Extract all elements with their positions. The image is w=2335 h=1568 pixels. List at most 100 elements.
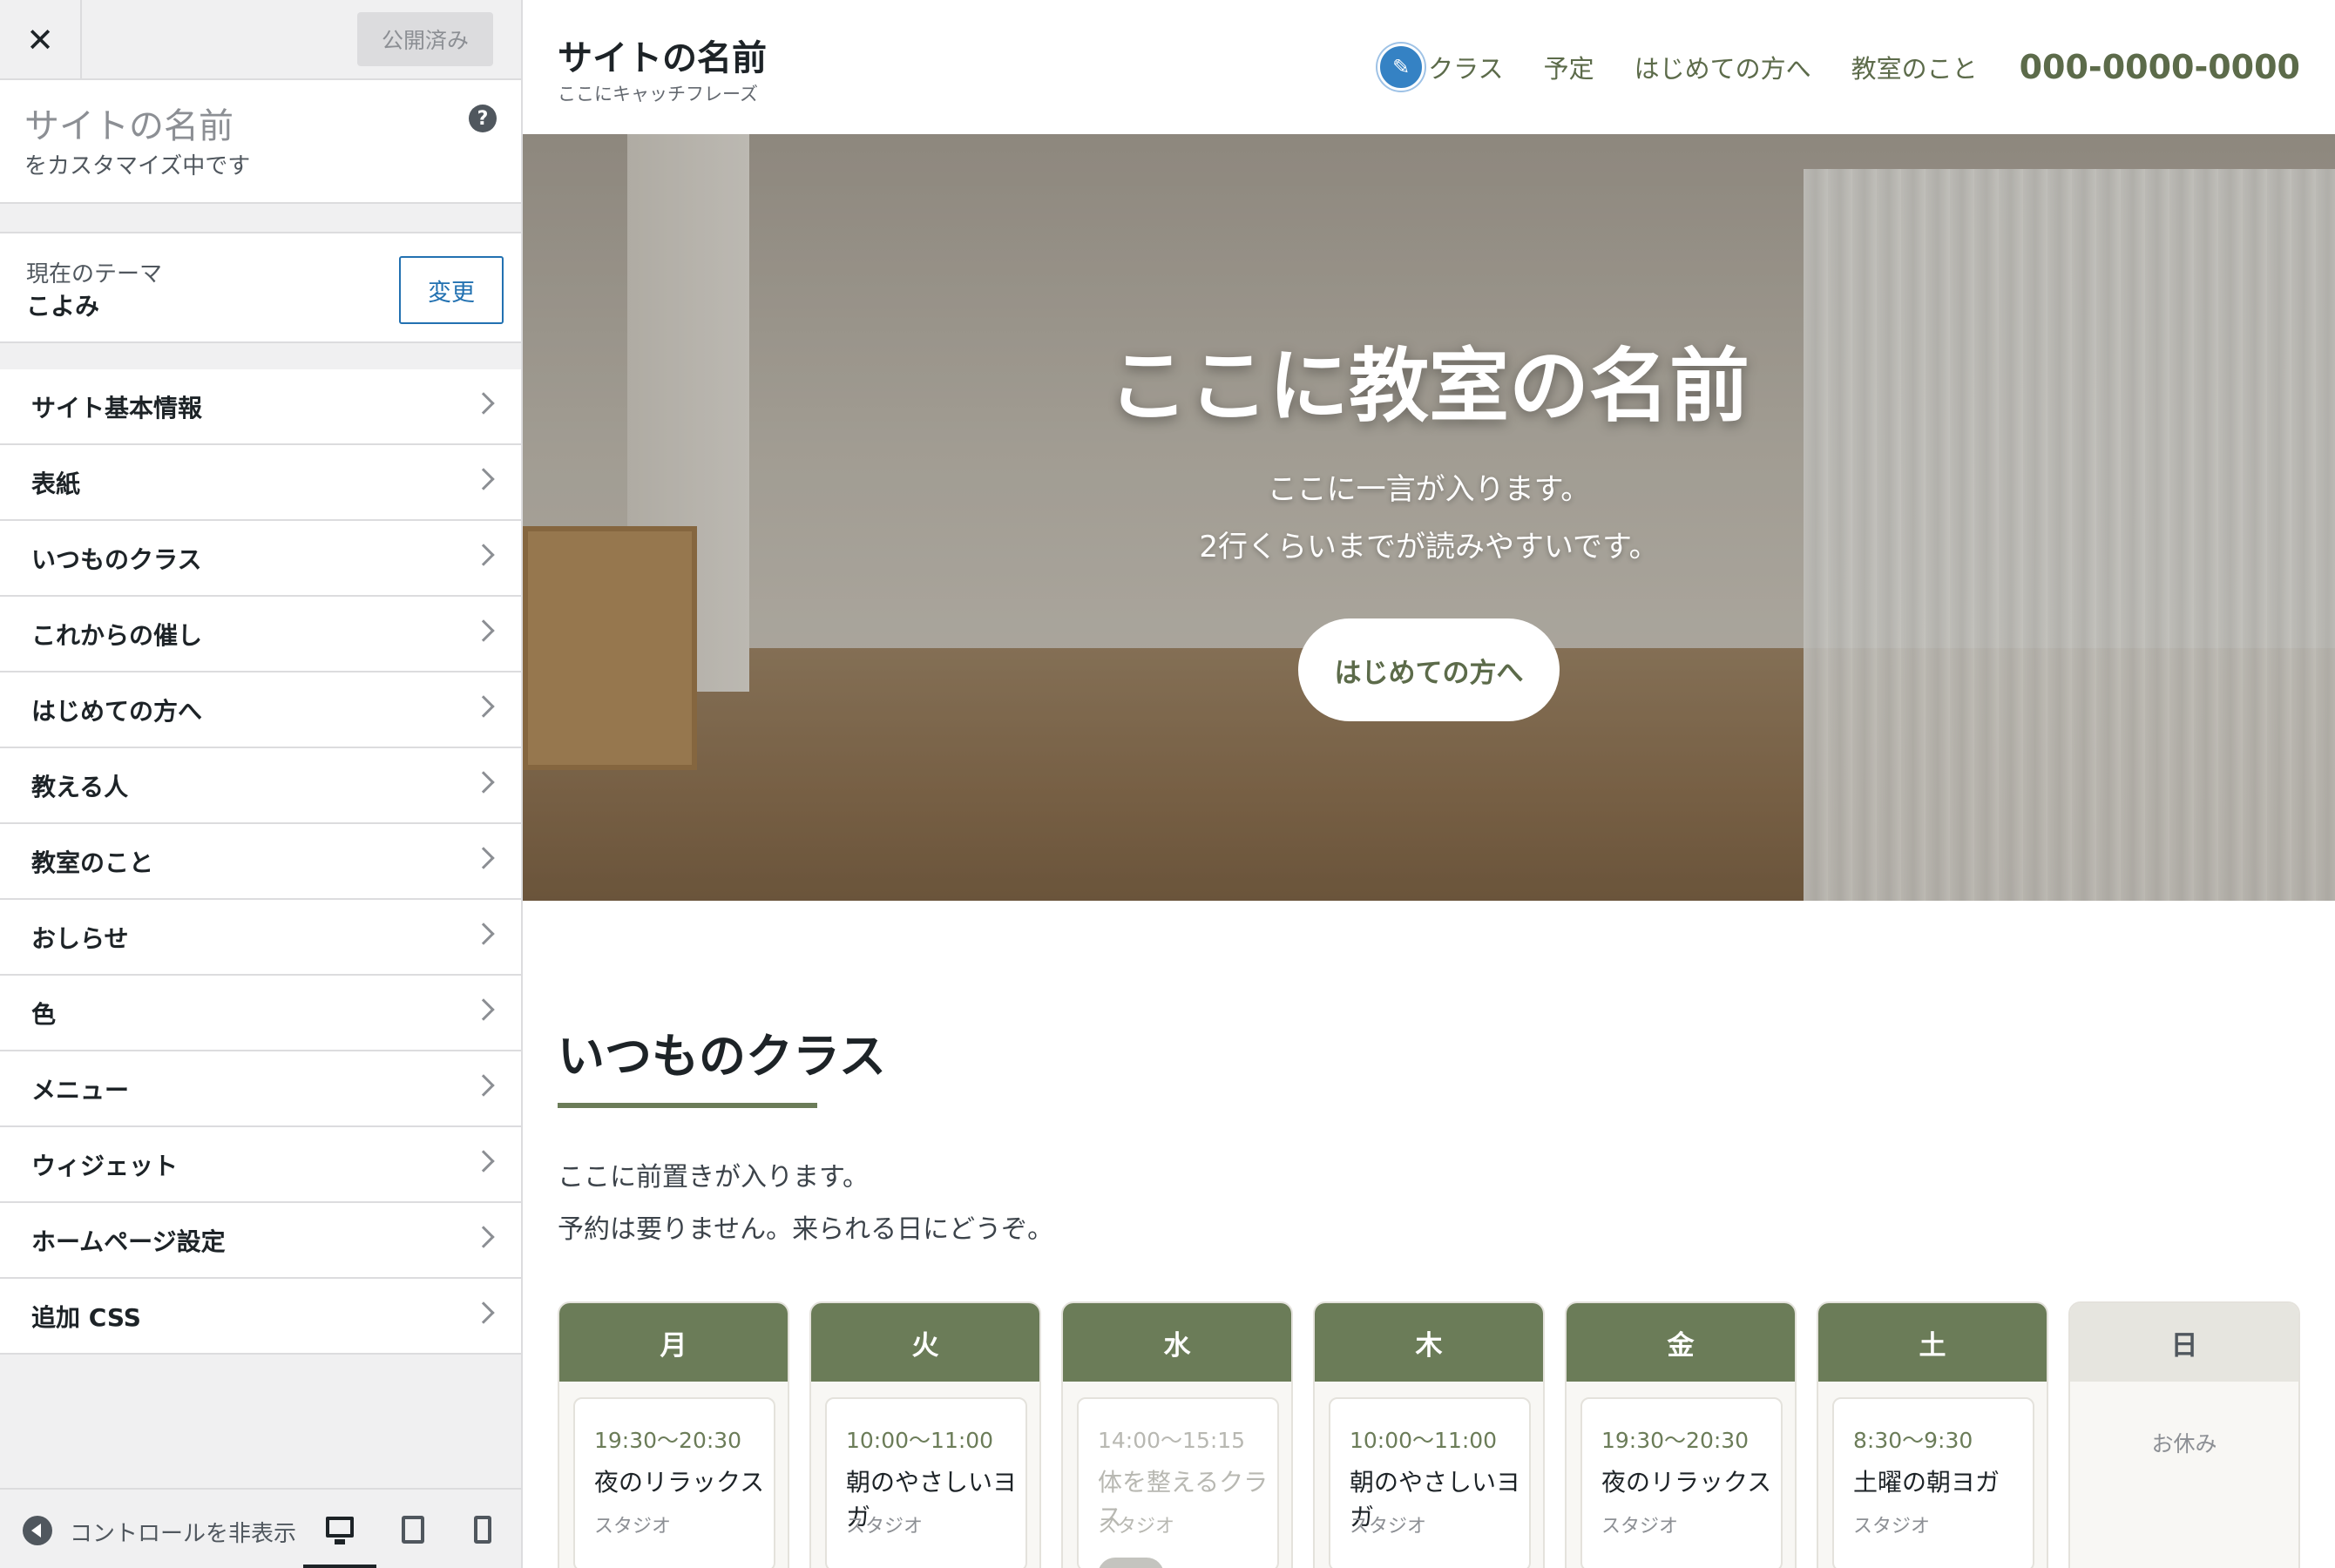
close-icon[interactable]: ✕ <box>0 0 82 80</box>
menu-item-classes[interactable]: いつものクラス <box>0 521 521 597</box>
collapse-arrow-icon[interactable] <box>23 1516 52 1545</box>
day-column-wednesday: 水 14:00〜15:15 体を整えるクラス スタジオ <box>1061 1301 1293 1568</box>
class-place: スタジオ <box>594 1516 672 1538</box>
theme-name: こよみ <box>26 292 100 321</box>
site-tagline: ここにキャッチフレーズ <box>558 84 758 105</box>
day-header: 木 <box>1315 1303 1543 1382</box>
class-time: 8:30〜9:30 <box>1853 1428 1973 1453</box>
chevron-right-icon <box>472 695 495 718</box>
class-name: 夜のリラックス <box>1601 1468 1772 1497</box>
class-place: スタジオ <box>846 1516 924 1538</box>
status-badge <box>1098 1558 1164 1568</box>
day-header: 金 <box>1567 1303 1795 1382</box>
class-card[interactable]: 19:30〜20:30 夜のリラックス スタジオ <box>573 1397 775 1568</box>
primary-nav: ✎ クラス 予定 はじめての方へ 教室のこと 000-0000-0000 <box>1377 44 2300 91</box>
day-header: 火 <box>811 1303 1039 1382</box>
nav-link-classes[interactable]: クラス <box>1428 49 1503 85</box>
chevron-right-icon <box>472 619 495 642</box>
menu-item-label: 色 <box>31 999 57 1029</box>
class-time: 10:00〜11:00 <box>1350 1428 1498 1453</box>
menu-item-homepage-settings[interactable]: ホームページ設定 <box>0 1203 521 1279</box>
class-place: スタジオ <box>1853 1516 1931 1538</box>
class-card[interactable]: 8:30〜9:30 土曜の朝ヨガ スタジオ <box>1832 1397 2034 1568</box>
customizer-header: ✕ 公開済み <box>0 0 521 80</box>
nav-link-beginners[interactable]: はじめての方へ <box>1634 49 1811 85</box>
preview-mobile-button[interactable] <box>446 1490 519 1568</box>
menu-item-label: おしらせ <box>31 923 129 953</box>
day-column-monday: 月 19:30〜20:30 夜のリラックス スタジオ <box>558 1301 789 1568</box>
class-place: スタジオ <box>1350 1516 1427 1538</box>
publish-button[interactable]: 公開済み <box>357 12 493 66</box>
menu-item-label: サイト基本情報 <box>31 393 203 422</box>
class-time: 14:00〜15:15 <box>1098 1428 1246 1453</box>
menu-item-label: はじめての方へ <box>31 696 203 726</box>
class-card[interactable]: 10:00〜11:00 朝のやさしいヨガ スタジオ <box>825 1397 1027 1568</box>
class-time: 19:30〜20:30 <box>594 1428 742 1453</box>
hero-overlay <box>523 134 2335 901</box>
chevron-right-icon <box>472 771 495 794</box>
menu-item-colors[interactable]: 色 <box>0 976 521 1051</box>
nav-link-about[interactable]: 教室のこと <box>1851 49 1978 85</box>
class-place: スタジオ <box>1601 1516 1679 1538</box>
preview-tablet-button[interactable] <box>376 1490 450 1568</box>
site-title[interactable]: サイトの名前 <box>558 30 767 80</box>
menu-item-cover[interactable]: 表紙 <box>0 445 521 521</box>
day-header: 日 <box>2070 1303 2298 1382</box>
mobile-icon <box>474 1516 491 1544</box>
day-header: 月 <box>559 1303 788 1382</box>
day-column-sunday: 日 お休み <box>2068 1301 2300 1568</box>
nav-link-schedule[interactable]: 予定 <box>1544 49 1594 85</box>
chevron-right-icon <box>472 1226 495 1248</box>
menu-item-events[interactable]: これからの催し <box>0 597 521 672</box>
classes-intro-line-1: ここに前置きが入ります。 <box>558 1162 869 1193</box>
site-preview: サイトの名前 ここにキャッチフレーズ ✎ クラス 予定 はじめての方へ 教室のこ… <box>523 0 2335 1568</box>
hero-text-line-2: 2行くらいまでが読みやすいです。 <box>1199 530 1659 564</box>
class-time: 19:30〜20:30 <box>1601 1428 1750 1453</box>
customizing-label: をカスタマイズ中です <box>24 153 251 179</box>
edit-shortcut-pencil-icon[interactable]: ✎ <box>1377 44 1425 91</box>
menu-item-about[interactable]: 教室のこと <box>0 824 521 900</box>
day-column-tuesday: 火 10:00〜11:00 朝のやさしいヨガ スタジオ <box>809 1301 1041 1568</box>
customizer-footer: コントロールを非表示 <box>0 1488 521 1568</box>
menu-item-widgets[interactable]: ウィジェット <box>0 1127 521 1203</box>
class-card[interactable]: 14:00〜15:15 体を整えるクラス スタジオ <box>1077 1397 1279 1568</box>
chevron-right-icon <box>472 847 495 869</box>
menu-item-label: 教室のこと <box>31 848 154 877</box>
menu-item-label: これからの催し <box>31 620 203 650</box>
customizer-info: サイトの名前 をカスタマイズ中です ? <box>0 80 521 204</box>
nav-phone-number[interactable]: 000-0000-0000 <box>2020 48 2300 86</box>
chevron-right-icon <box>472 392 495 415</box>
menu-item-label: ウィジェット <box>31 1151 179 1180</box>
collapse-controls-button[interactable]: コントロールを非表示 <box>70 1516 296 1548</box>
class-name: 夜のリラックス <box>594 1468 765 1497</box>
menu-item-label: 教える人 <box>31 772 129 801</box>
menu-item-site-identity[interactable]: サイト基本情報 <box>0 369 521 445</box>
weekly-schedule: 月 19:30〜20:30 夜のリラックス スタジオ 火 10:00〜11:00… <box>558 1301 2300 1568</box>
menu-item-label: 追加 CSS <box>31 1302 141 1332</box>
classes-intro-line-2: 予約は要りません。来られる日にどうぞ。 <box>558 1214 1054 1245</box>
chevron-right-icon <box>472 1301 495 1324</box>
class-name: 土曜の朝ヨガ <box>1853 1468 2000 1497</box>
menu-item-beginners[interactable]: はじめての方へ <box>0 672 521 748</box>
class-place: スタジオ <box>1098 1516 1175 1538</box>
hero-text-line-1: ここに一言が入ります。 <box>1267 472 1591 507</box>
preview-desktop-button[interactable] <box>303 1490 376 1568</box>
chevron-right-icon <box>472 998 495 1021</box>
help-icon[interactable]: ? <box>469 105 497 132</box>
change-theme-button[interactable]: 変更 <box>399 256 504 324</box>
chevron-right-icon <box>472 923 495 945</box>
chevron-right-icon <box>472 1074 495 1097</box>
menu-item-news[interactable]: おしらせ <box>0 900 521 976</box>
menu-item-teachers[interactable]: 教える人 <box>0 748 521 824</box>
theme-panel: 現在のテーマ こよみ 変更 <box>0 232 521 343</box>
class-card[interactable]: 19:30〜20:30 夜のリラックス スタジオ <box>1580 1397 1783 1568</box>
class-card[interactable]: 10:00〜11:00 朝のやさしいヨガ スタジオ <box>1329 1397 1531 1568</box>
hero-title: ここに教室の名前 <box>1107 340 1750 433</box>
menu-item-menus[interactable]: メニュー <box>0 1051 521 1127</box>
section-title-underline <box>558 1103 817 1108</box>
day-column-thursday: 木 10:00〜11:00 朝のやさしいヨガ スタジオ <box>1313 1301 1545 1568</box>
day-header: 水 <box>1063 1303 1291 1382</box>
hero-beginners-button[interactable]: はじめての方へ <box>1298 618 1560 721</box>
menu-item-label: ホームページ設定 <box>31 1227 226 1256</box>
menu-item-additional-css[interactable]: 追加 CSS <box>0 1279 521 1355</box>
